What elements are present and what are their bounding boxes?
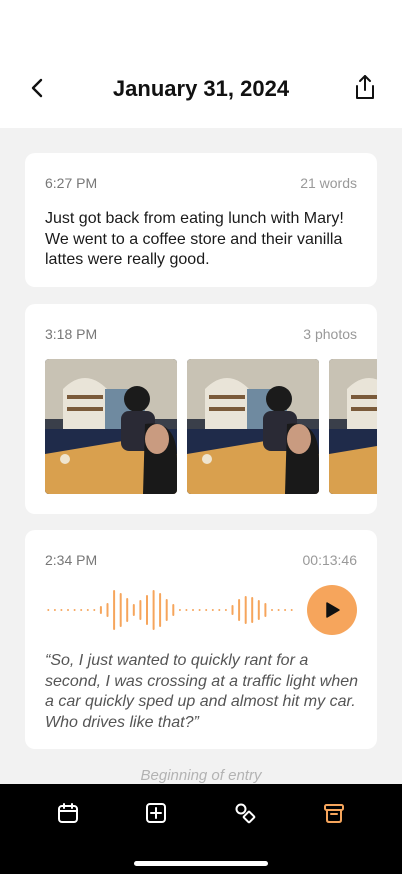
waveform-bar xyxy=(257,600,260,620)
waveform-bar xyxy=(159,593,162,627)
waveform-bar xyxy=(73,609,76,611)
page-title: January 31, 2024 xyxy=(112,76,290,101)
audio-transcript: “So, I just wanted to quickly rant for a… xyxy=(45,652,359,731)
calendar-icon xyxy=(58,803,78,823)
waveform-bar xyxy=(218,609,221,611)
waveform-bar xyxy=(251,597,254,623)
waveform-bar xyxy=(106,603,109,617)
waveform-bar xyxy=(205,609,208,611)
cafe-photo xyxy=(187,359,319,494)
tab-add-entry[interactable] xyxy=(143,800,169,826)
share-button[interactable] xyxy=(352,72,378,102)
waveform-bar xyxy=(178,609,181,611)
waveform-bar xyxy=(139,600,142,620)
waveform-bar xyxy=(192,609,194,611)
waveform-bar xyxy=(99,606,102,614)
beginning-of-entry-label: Beginning of entry xyxy=(140,767,262,784)
tab-archive[interactable] xyxy=(321,800,347,826)
play-button[interactable] xyxy=(307,585,357,635)
waveform-bar xyxy=(224,609,227,611)
audio-waveform[interactable] xyxy=(45,588,295,632)
waveform-bar xyxy=(172,604,175,616)
photo-strip[interactable] xyxy=(45,359,377,494)
waveform-bar xyxy=(152,590,155,630)
waveform-bar xyxy=(238,599,241,621)
waveform-bar xyxy=(132,604,135,616)
archive-icon xyxy=(324,804,344,823)
waveform-bar xyxy=(284,609,287,611)
entry-text: Just got back from eating lunch with Mar… xyxy=(45,210,344,268)
share-icon xyxy=(356,75,374,99)
entry-time: 3:18 PM xyxy=(45,326,98,342)
add-entry-icon xyxy=(146,803,166,823)
photo-thumbnail[interactable] xyxy=(329,359,377,494)
photo-thumbnail[interactable] xyxy=(187,359,319,494)
waveform-bar xyxy=(53,609,56,611)
home-indicator[interactable] xyxy=(134,861,268,866)
waveform-bar xyxy=(86,609,89,611)
entry-time: 2:34 PM xyxy=(45,552,98,568)
waveform-bar xyxy=(231,605,234,615)
waveform-bar xyxy=(126,598,129,622)
waveform-bar xyxy=(47,609,50,611)
tab-shapes[interactable] xyxy=(232,800,258,826)
tab-calendar[interactable] xyxy=(55,800,81,826)
waveform-bar xyxy=(60,609,63,611)
waveform-bar xyxy=(119,593,122,627)
cafe-photo xyxy=(329,359,377,494)
bottom-tab-bar xyxy=(0,784,402,874)
cafe-photo xyxy=(45,359,177,494)
waveform-bar xyxy=(67,609,69,611)
waveform-bar xyxy=(211,609,214,611)
word-count: 21 words xyxy=(300,175,357,191)
waveform-bar xyxy=(146,595,148,625)
waveform-bar xyxy=(290,609,293,611)
waveform-bar xyxy=(198,609,201,611)
waveform-bar xyxy=(271,609,273,611)
entry-time: 6:27 PM xyxy=(45,175,98,191)
waveform-bar xyxy=(113,590,116,630)
waveform-bar xyxy=(165,599,168,621)
waveform-bar xyxy=(264,603,267,617)
text-entry-card[interactable]: 6:27 PM 21 words Just got back from eati… xyxy=(25,153,377,287)
waveform-bar xyxy=(244,596,247,624)
audio-entry-card[interactable]: 2:34 PM 00:13:46 “So, I just wanted to q… xyxy=(25,530,377,749)
waveform-bar xyxy=(93,609,96,611)
photo-entry-card[interactable]: 3:18 PM 3 photos xyxy=(25,304,377,514)
shapes-icon xyxy=(235,803,256,824)
top-app-bar: January 31, 2024 xyxy=(0,0,402,128)
waveform-bar xyxy=(277,609,280,611)
waveform-bar xyxy=(80,609,83,611)
audio-duration: 00:13:46 xyxy=(302,552,358,568)
play-icon xyxy=(326,602,340,618)
photo-thumbnail[interactable] xyxy=(45,359,177,494)
waveform-bar xyxy=(185,609,188,611)
photo-count: 3 photos xyxy=(303,326,357,342)
